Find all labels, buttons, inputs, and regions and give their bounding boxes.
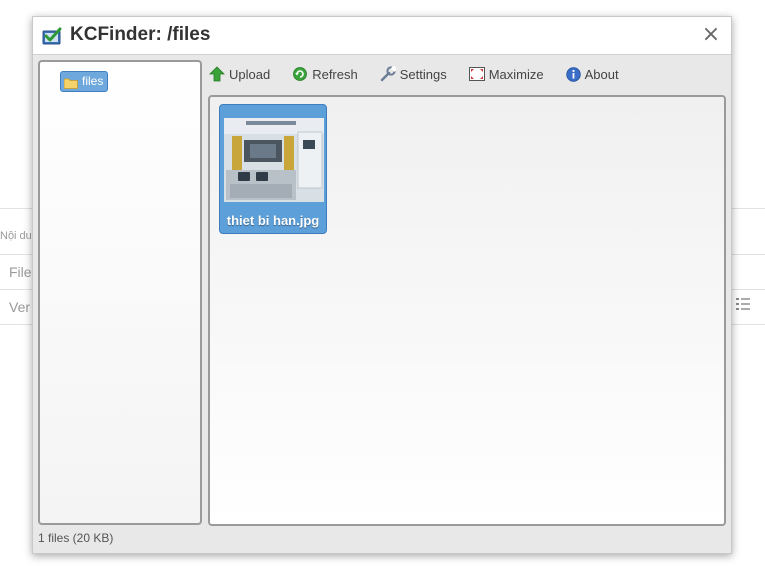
settings-button[interactable]: Settings [380, 66, 447, 82]
background-content-label: Nội du [0, 230, 32, 242]
refresh-label: Refresh [312, 66, 358, 82]
toolbar: Upload Refresh Settings Maximize About [209, 61, 729, 87]
status-bar: 1 files (20 KB) [38, 531, 114, 545]
file-name: thiet bi han.jpg [226, 213, 320, 228]
file-thumbnail [224, 118, 324, 202]
folder-icon [63, 76, 78, 89]
maximize-button[interactable]: Maximize [468, 66, 544, 82]
upload-arrow-icon [209, 66, 225, 82]
refresh-button[interactable]: Refresh [292, 66, 358, 82]
settings-label: Settings [399, 66, 447, 82]
info-icon [565, 66, 581, 82]
numbered-list-icon[interactable] [735, 296, 751, 314]
folder-label: files [82, 74, 104, 88]
folder-item-files[interactable]: files [60, 71, 109, 92]
wrench-icon [380, 66, 396, 82]
background-file-label: File [9, 264, 32, 280]
dialog-titlebar[interactable]: KCFinder: /files × [33, 17, 731, 55]
close-button[interactable]: × [701, 24, 721, 46]
kcfinder-dialog: KCFinder: /files × files Upload Refresh … [32, 16, 732, 554]
file-item[interactable]: thiet bi han.jpg [219, 104, 327, 234]
maximize-icon [468, 67, 485, 81]
about-button[interactable]: About [565, 66, 619, 82]
refresh-icon [292, 66, 308, 82]
folder-tree-pane: files [38, 60, 202, 525]
background-ver-label: Ver [9, 299, 31, 315]
upload-button[interactable]: Upload [209, 66, 270, 82]
upload-label: Upload [229, 66, 271, 82]
about-label: About [584, 66, 619, 82]
maximize-label: Maximize [488, 66, 544, 82]
dialog-title: KCFinder: /files [70, 24, 211, 45]
files-pane: thiet bi han.jpg [208, 95, 726, 526]
kcfinder-logo-icon [42, 27, 62, 45]
